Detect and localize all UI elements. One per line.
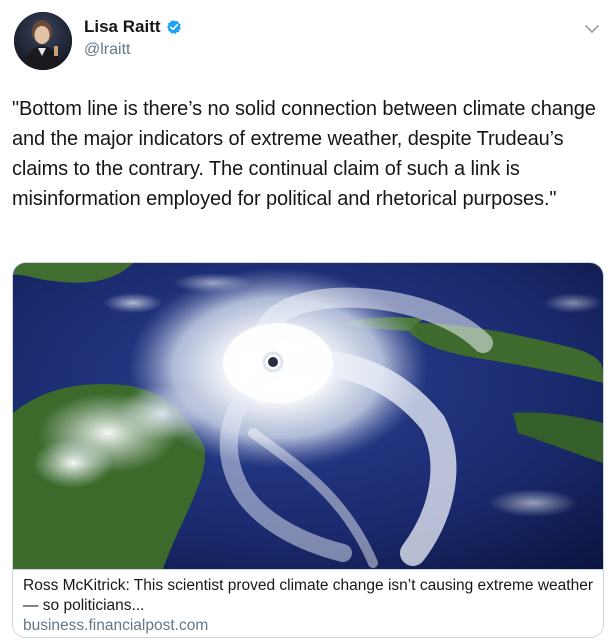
card-title[interactable]: Ross McKitrick: This scientist proved cl… [23,576,593,616]
card-image [13,263,603,569]
hurricane-satellite-image [13,263,603,569]
tweet: Lisa Raitt @lraitt "Bottom line is there… [0,0,612,640]
verified-badge-icon [166,19,182,35]
card-meta: Ross McKitrick: This scientist proved cl… [13,569,603,637]
author-block[interactable]: Lisa Raitt @lraitt [84,16,182,59]
name-row: Lisa Raitt [84,16,182,38]
link-card[interactable]: Ross McKitrick: This scientist proved cl… [12,262,604,638]
avatar[interactable] [14,12,72,70]
tweet-text: "Bottom line is there’s no solid connect… [12,98,596,210]
display-name[interactable]: Lisa Raitt [84,17,161,37]
card-domain[interactable]: business.financialpost.com [23,616,593,636]
avatar-photo [14,12,72,70]
chevron-down-icon[interactable] [584,22,600,34]
handle[interactable]: @lraitt [84,41,182,59]
